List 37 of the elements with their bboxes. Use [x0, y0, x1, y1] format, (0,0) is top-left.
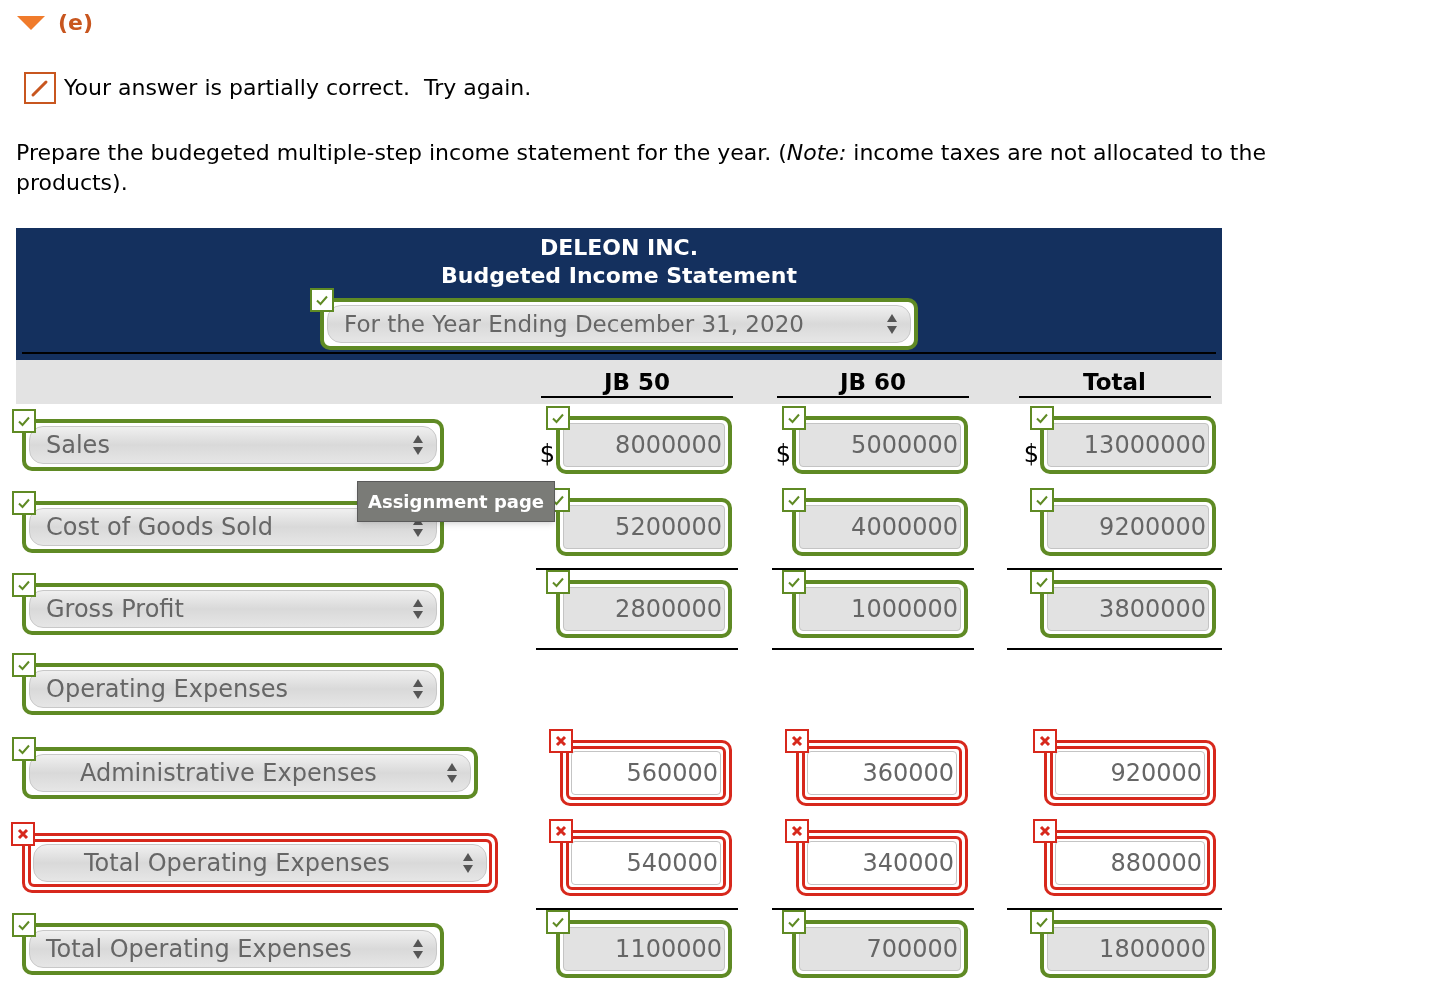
amount-field[interactable]: 3800000 [1047, 587, 1209, 631]
feedback-message: Your answer is partially correct. Try again. [64, 74, 532, 102]
part-label: (e) [58, 9, 94, 37]
amount-field[interactable]: 1800000 [1047, 927, 1209, 971]
account-dropdown[interactable]: Total Operating Expenses [33, 844, 487, 882]
tooltip: Assignment page [357, 481, 555, 522]
amount-field[interactable]: 4000000 [799, 505, 961, 549]
amount-field[interactable]: 1000000 [799, 587, 961, 631]
amount-field[interactable]: 340000 [807, 841, 957, 885]
instructions: Prepare the budegeted multiple-step income statement for the year. (Note: income taxes are not allocated to the products). [15, 139, 1267, 197]
amount-field[interactable]: 13000000 [1047, 423, 1209, 467]
amount-field[interactable]: 5200000 [563, 505, 725, 549]
column-header: JB 50 [541, 368, 733, 398]
column-header: JB 60 [777, 368, 969, 398]
amount-field[interactable]: 880000 [1055, 841, 1205, 885]
account-dropdown[interactable]: Administrative Expenses [29, 754, 471, 792]
amount-field[interactable]: 9200000 [1047, 505, 1209, 549]
currency-sign: $ [775, 439, 791, 470]
period-dropdown[interactable]: For the Year Ending December 31, 2020 [327, 305, 911, 343]
amount-field[interactable]: 920000 [1055, 751, 1205, 795]
column-header: Total [1018, 368, 1211, 398]
account-dropdown[interactable]: Sales [29, 426, 437, 464]
amount-field[interactable]: 360000 [807, 751, 957, 795]
amount-field[interactable]: 560000 [571, 751, 721, 795]
amount-field[interactable]: 700000 [799, 927, 961, 971]
amount-field[interactable]: 8000000 [563, 423, 725, 467]
currency-sign: $ [539, 439, 555, 470]
account-dropdown[interactable]: Operating Expenses [29, 670, 437, 708]
amount-field[interactable]: 5000000 [799, 423, 961, 467]
amount-field[interactable]: 540000 [571, 841, 721, 885]
account-dropdown[interactable]: Gross Profit [29, 590, 437, 628]
currency-sign: $ [1023, 439, 1039, 470]
account-dropdown[interactable]: Total Operating Expenses [29, 930, 437, 968]
statement-title: Budgeted Income Statement [441, 262, 797, 290]
company-name: DELEON INC. [539, 234, 699, 262]
amount-field[interactable]: 2800000 [563, 587, 725, 631]
amount-field[interactable]: 1100000 [563, 927, 725, 971]
